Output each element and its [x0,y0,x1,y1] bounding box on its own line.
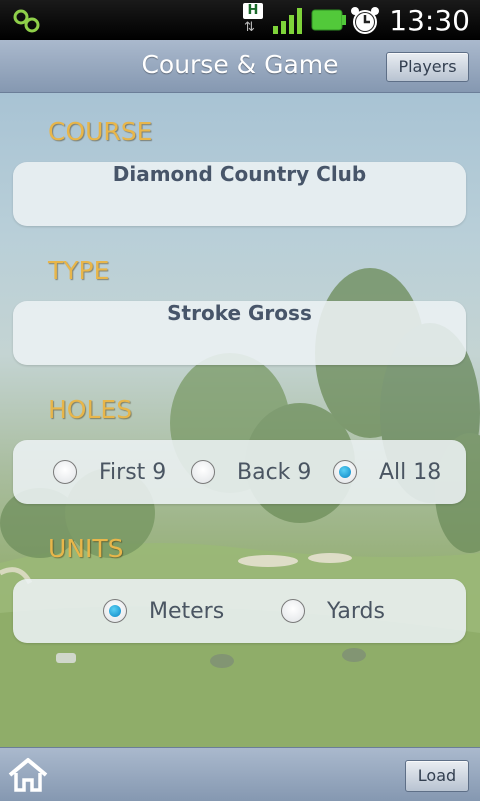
network-type-badge: H [243,3,263,19]
holes-label: HOLES [48,395,133,424]
signal-icon [273,8,302,34]
holes-option-back-9[interactable]: Back 9 [191,459,311,485]
type-selector[interactable]: Stroke Gross [13,301,466,365]
holes-radio-group: First 9 Back 9 All 18 [13,440,466,504]
main-content: COURSE Diamond Country Club TYPE Stroke … [0,93,480,747]
units-radio-group: Meters Yards [13,579,466,643]
title-bar: Course & Game Players [0,40,480,93]
type-value: Stroke Gross [167,301,312,325]
units-label: UNITS [48,534,124,563]
battery-icon [311,9,346,31]
clock: 13:30 [389,4,470,37]
data-transfer-icon: ⇅ [244,20,255,35]
players-button[interactable]: Players [386,52,469,82]
app-notification-icon [13,9,40,33]
load-button[interactable]: Load [405,760,469,792]
status-bar: H ⇅ 13:30 [0,0,480,40]
holes-option-first-9[interactable]: First 9 [53,459,166,485]
units-option-label: Meters [149,598,225,624]
holes-option-label: All 18 [379,459,442,485]
units-option-label: Yards [327,598,385,624]
alarm-icon [351,7,379,34]
units-option-meters[interactable]: Meters [103,598,224,624]
home-icon[interactable] [7,757,49,793]
holes-option-label: Back 9 [237,459,312,485]
units-option-yards[interactable]: Yards [281,598,385,624]
radio-button[interactable] [53,460,77,484]
holes-option-label: First 9 [99,459,167,485]
course-label: COURSE [48,117,153,146]
course-value: Diamond Country Club [112,162,367,186]
radio-button[interactable] [281,599,305,623]
bottom-bar: Load [0,747,480,801]
course-selector[interactable]: Diamond Country Club [13,162,466,226]
radio-button-selected[interactable] [333,460,357,484]
holes-option-all-18[interactable]: All 18 [333,459,441,485]
type-label: TYPE [48,256,110,285]
radio-button[interactable] [191,460,215,484]
radio-button-selected[interactable] [103,599,127,623]
